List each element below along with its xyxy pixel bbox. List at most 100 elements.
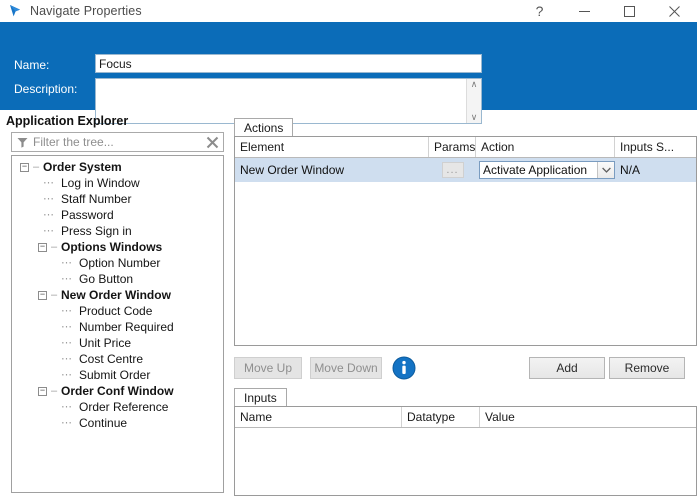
column-header-value[interactable]: Value [480, 407, 696, 427]
tree-expander-icon[interactable]: − [38, 387, 47, 396]
name-label: Name: [14, 58, 49, 72]
tree-item-label: Submit Order [77, 368, 150, 382]
actions-grid-header: Element Params Action Inputs S... [235, 137, 696, 158]
tree-connector: – [49, 242, 59, 253]
scroll-up-icon[interactable]: ∧ [471, 80, 478, 89]
tree-item-label: Continue [77, 416, 127, 430]
tree-item-label: Order Conf Window [59, 384, 174, 398]
column-header-inputs[interactable]: Inputs S... [615, 137, 696, 157]
tree-connector: – [49, 290, 59, 301]
tree-item-label: Option Number [77, 256, 160, 270]
column-header-name[interactable]: Name [235, 407, 402, 427]
tree-item-label: New Order Window [59, 288, 171, 302]
tree-item[interactable]: ⋯Log in Window [12, 175, 223, 191]
add-button[interactable]: Add [529, 357, 605, 379]
tree-item-label: Cost Centre [77, 352, 143, 366]
tree-item-label: Press Sign in [59, 224, 132, 238]
table-row[interactable]: New Order Window ... Activate Applicatio… [235, 158, 696, 182]
funnel-icon [14, 133, 31, 151]
filter-tree-box [11, 132, 224, 152]
tree-connector: ⋯ [56, 338, 77, 349]
cell-inputs: N/A [615, 158, 696, 182]
tree-item-label: Password [59, 208, 114, 222]
tree-item[interactable]: ⋯Staff Number [12, 191, 223, 207]
tree-item[interactable]: ⋯Press Sign in [12, 223, 223, 239]
tree-connector: ⋯ [38, 178, 59, 189]
chevron-down-icon[interactable] [597, 162, 614, 178]
tree-connector: – [49, 386, 59, 397]
remove-button[interactable]: Remove [609, 357, 685, 379]
window-title: Navigate Properties [30, 4, 142, 18]
tab-inputs[interactable]: Inputs [234, 388, 287, 406]
application-explorer-tree[interactable]: −–Order System⋯Log in Window⋯Staff Numbe… [11, 155, 224, 493]
tree-item[interactable]: ⋯Go Button [12, 271, 223, 287]
help-button[interactable]: ? [517, 0, 562, 22]
tree-item[interactable]: ⋯Option Number [12, 255, 223, 271]
actions-tabstrip: Actions [234, 118, 293, 136]
description-input[interactable] [96, 79, 466, 123]
application-explorer-title: Application Explorer [6, 114, 128, 128]
description-scrollbar[interactable]: ∧ ∨ [466, 79, 481, 123]
tree-connector: ⋯ [38, 210, 59, 221]
actions-grid[interactable]: Element Params Action Inputs S... New Or… [234, 136, 697, 346]
properties-header-panel: Name: Description: ∧ ∨ [0, 22, 697, 110]
move-up-button[interactable]: Move Up [234, 357, 302, 379]
column-header-datatype[interactable]: Datatype [402, 407, 480, 427]
filter-tree-input[interactable] [31, 135, 201, 149]
tree-expander-icon[interactable]: − [20, 163, 29, 172]
tree-connector: ⋯ [38, 226, 59, 237]
tree-expander-icon[interactable]: − [38, 243, 47, 252]
cell-params: ... [429, 158, 476, 182]
tree-item-label: Options Windows [59, 240, 162, 254]
tree-connector: ⋯ [56, 306, 77, 317]
tree-connector: ⋯ [56, 402, 77, 413]
cell-element: New Order Window [235, 158, 429, 182]
move-down-button[interactable]: Move Down [310, 357, 382, 379]
tree-item[interactable]: ⋯Continue [12, 415, 223, 431]
tree-expander-icon[interactable]: − [38, 291, 47, 300]
tree-item[interactable]: −–Order Conf Window [12, 383, 223, 399]
minimize-button[interactable] [562, 0, 607, 22]
tab-actions[interactable]: Actions [234, 118, 293, 136]
tree-item-label: Go Button [77, 272, 133, 286]
inputs-grid-header: Name Datatype Value [235, 407, 696, 428]
tree-connector: ⋯ [56, 258, 77, 269]
params-ellipsis-button[interactable]: ... [442, 162, 464, 178]
tree-item[interactable]: −–New Order Window [12, 287, 223, 303]
tree-connector: ⋯ [56, 418, 77, 429]
tree-connector: ⋯ [56, 370, 77, 381]
inputs-tabstrip: Inputs [234, 388, 287, 406]
tree-item[interactable]: ⋯Product Code [12, 303, 223, 319]
tree-connector: ⋯ [56, 322, 77, 333]
action-dropdown[interactable]: Activate Application [479, 161, 615, 179]
tree-item[interactable]: ⋯Order Reference [12, 399, 223, 415]
tree-item[interactable]: ⋯Number Required [12, 319, 223, 335]
tree-item[interactable]: ⋯Cost Centre [12, 351, 223, 367]
name-input[interactable] [95, 54, 482, 73]
scroll-down-icon[interactable]: ∨ [471, 113, 478, 122]
tree-item-label: Order System [41, 160, 122, 174]
tree-connector: ⋯ [38, 194, 59, 205]
tree-item-label: Number Required [77, 320, 174, 334]
tree-item[interactable]: ⋯Unit Price [12, 335, 223, 351]
maximize-button[interactable] [607, 0, 652, 22]
tree-item[interactable]: −–Options Windows [12, 239, 223, 255]
tree-connector: – [31, 162, 41, 173]
info-icon[interactable] [390, 354, 418, 382]
cell-action: Activate Application [476, 158, 615, 182]
column-header-element[interactable]: Element [235, 137, 429, 157]
inputs-grid[interactable]: Name Datatype Value [234, 406, 697, 496]
column-header-params[interactable]: Params [429, 137, 476, 157]
tree-connector: ⋯ [56, 354, 77, 365]
tree-item-label: Staff Number [59, 192, 131, 206]
tree-item[interactable]: −–Order System [12, 159, 223, 175]
close-button[interactable] [652, 0, 697, 22]
tree-item[interactable]: ⋯Submit Order [12, 367, 223, 383]
navigate-arrow-icon [4, 1, 26, 21]
action-dropdown-value: Activate Application [483, 163, 597, 177]
description-label: Description: [14, 82, 77, 96]
tree-item[interactable]: ⋯Password [12, 207, 223, 223]
title-bar: Navigate Properties ? [0, 0, 697, 22]
clear-x-icon[interactable] [201, 133, 223, 151]
column-header-action[interactable]: Action [476, 137, 615, 157]
